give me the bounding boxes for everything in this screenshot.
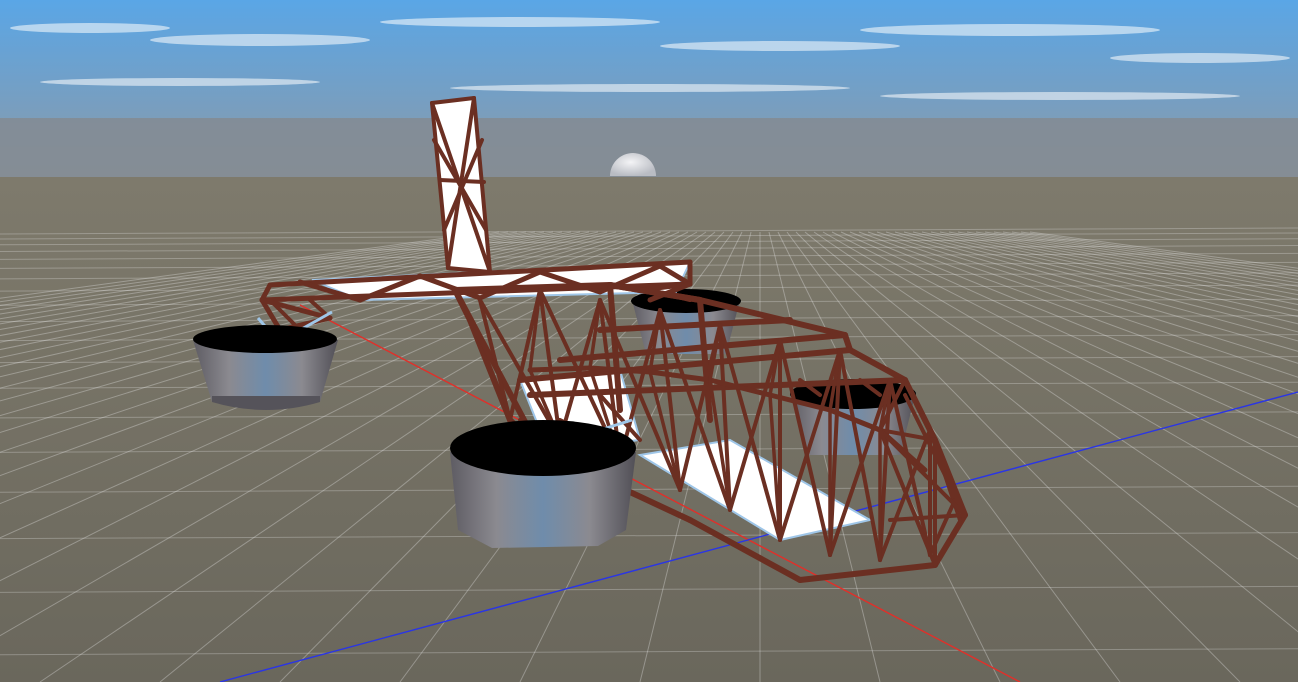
thruster-rear-left[interactable] [193, 325, 338, 410]
ground-plane [0, 177, 1298, 682]
thruster-front-left[interactable] [450, 420, 636, 548]
game-viewport[interactable] [0, 0, 1298, 682]
scene-canvas[interactable] [0, 0, 1298, 682]
